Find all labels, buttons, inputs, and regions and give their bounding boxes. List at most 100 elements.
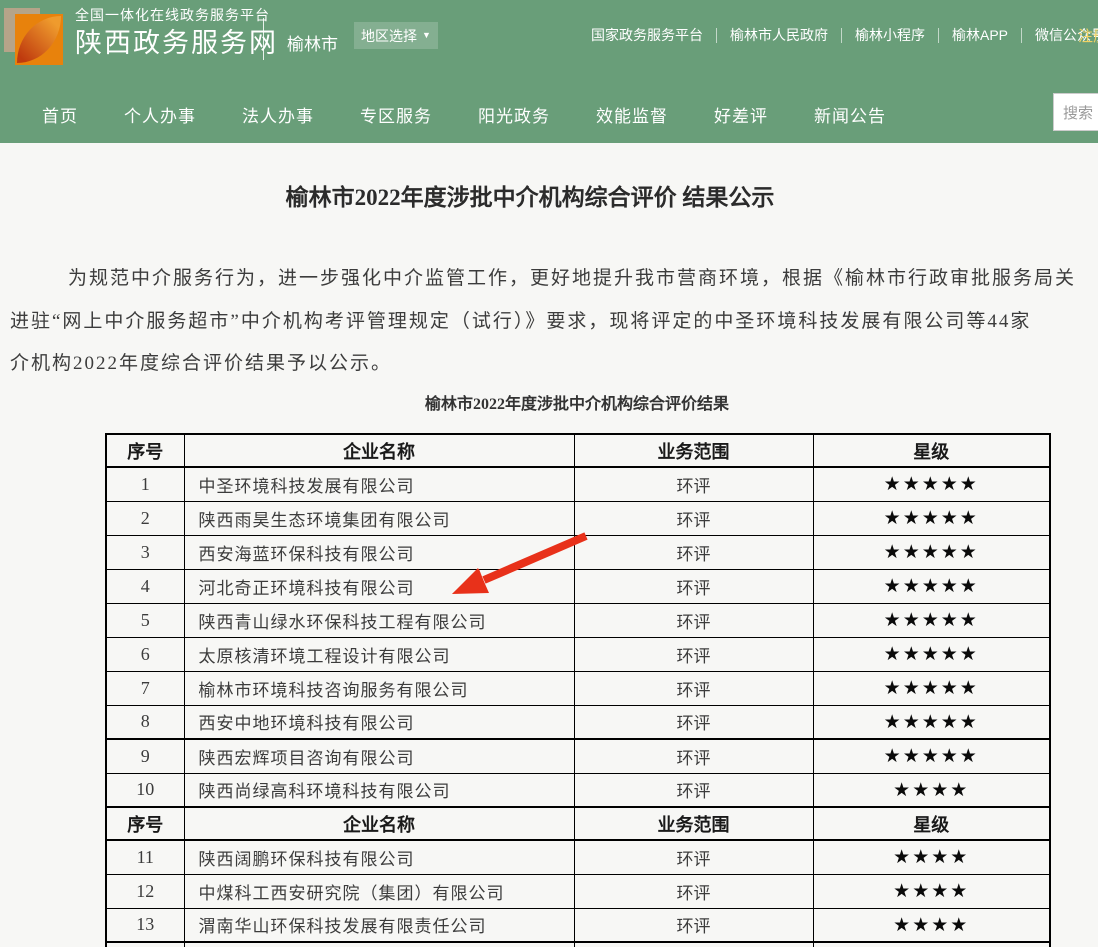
business-scope: 环评 (574, 467, 813, 501)
nav-item[interactable]: 法人办事 (242, 102, 314, 127)
company-name: 中圣环境科技发展有限公司 (184, 467, 574, 501)
business-scope: 环评 (574, 501, 813, 535)
company-name: 陕西阔鹏环保科技有限公司 (184, 840, 574, 874)
company-name: 榆林市环境科技咨询服务有限公司 (184, 671, 574, 705)
table-header-row: 序号企业名称业务范围星级 (106, 434, 1050, 467)
register-link[interactable]: 注册 (1078, 25, 1098, 46)
star-rating: ★★★★★ (813, 569, 1050, 603)
column-header: 业务范围 (574, 807, 813, 840)
business-scope: 环评 (574, 773, 813, 807)
top-link[interactable]: 国家政务服务平台 (578, 25, 716, 45)
star-rating: ★★★★★ (813, 705, 1050, 739)
chevron-down-icon: ▼ (422, 31, 431, 40)
search-placeholder: 搜索 (1063, 102, 1093, 123)
nav-item[interactable]: 个人办事 (124, 102, 196, 127)
table-row: 9陕西宏辉项目咨询有限公司环评★★★★★ (106, 739, 1050, 773)
region-selector-label: 地区选择 (361, 26, 417, 46)
star-rating: ★★★★ (813, 773, 1050, 807)
table-row-partial (106, 942, 1050, 947)
table-row: 1中圣环境科技发展有限公司环评★★★★★ (106, 467, 1050, 501)
table-row: 3西安海蓝环保科技有限公司环评★★★★★ (106, 535, 1050, 569)
company-name: 太原核清环境工程设计有限公司 (184, 637, 574, 671)
main-nav: 首页 个人办事 法人办事 专区服务 阳光政务 效能监督 好差评 新闻公告 (0, 86, 1098, 143)
nav-item[interactable]: 阳光政务 (478, 102, 550, 127)
region-selector-button[interactable]: 地区选择 ▼ (354, 22, 438, 49)
column-header: 星级 (813, 434, 1050, 467)
brand-row: 全国一体化在线政务服务平台 陕西政务服务网 榆林市 地区选择 ▼ 国家政务服务平… (0, 0, 1098, 86)
page: 全国一体化在线政务服务平台 陕西政务服务网 榆林市 地区选择 ▼ 国家政务服务平… (0, 0, 1098, 947)
row-number: 11 (106, 840, 184, 874)
row-number: 3 (106, 535, 184, 569)
company-name: 西安海蓝环保科技有限公司 (184, 535, 574, 569)
row-number: 1 (106, 467, 184, 501)
company-name: 西安中地环境科技有限公司 (184, 705, 574, 739)
business-scope: 环评 (574, 840, 813, 874)
nav-item[interactable]: 首页 (42, 102, 78, 127)
company-name: 河北奇正环境科技有限公司 (184, 569, 574, 603)
column-header: 序号 (106, 807, 184, 840)
star-rating: ★★★★★ (813, 535, 1050, 569)
evaluation-table: 序号企业名称业务范围星级1中圣环境科技发展有限公司环评★★★★★2陕西雨昊生态环… (105, 433, 1051, 947)
table-row: 13渭南华山环保科技发展有限责任公司环评★★★★ (106, 908, 1050, 942)
site-logo-icon (4, 6, 66, 66)
star-rating: ★★★★★ (813, 501, 1050, 535)
row-number: 7 (106, 671, 184, 705)
business-scope: 环评 (574, 535, 813, 569)
table-row: 4河北奇正环境科技有限公司环评★★★★★ (106, 569, 1050, 603)
table-row: 7榆林市环境科技咨询服务有限公司环评★★★★★ (106, 671, 1050, 705)
business-scope: 环评 (574, 569, 813, 603)
brand-text: 全国一体化在线政务服务平台 陕西政务服务网 (75, 8, 278, 57)
company-name: 中煤科工西安研究院（集团）有限公司 (184, 874, 574, 908)
company-name: 渭南华山环保科技发展有限责任公司 (184, 908, 574, 942)
row-number: 8 (106, 705, 184, 739)
star-rating: ★★★★ (813, 874, 1050, 908)
row-number: 5 (106, 603, 184, 637)
column-header: 业务范围 (574, 434, 813, 467)
top-link[interactable]: 榆林小程序 (842, 25, 938, 45)
column-header: 序号 (106, 434, 184, 467)
current-city-label: 榆林市 (287, 30, 338, 55)
paragraph-line: 进驻“网上中介服务超市”中介机构考评管理规定（试行）》要求，现将评定的中圣环境科… (10, 306, 1031, 333)
page-title: 榆林市2022年度涉批中介机构综合评价 结果公示 (0, 178, 1060, 212)
row-number: 4 (106, 569, 184, 603)
nav-item[interactable]: 效能监督 (596, 102, 668, 127)
platform-label: 全国一体化在线政务服务平台 (75, 8, 278, 22)
star-rating: ★★★★ (813, 840, 1050, 874)
column-header: 企业名称 (184, 434, 574, 467)
business-scope: 环评 (574, 908, 813, 942)
business-scope: 环评 (574, 637, 813, 671)
row-number: 10 (106, 773, 184, 807)
company-name: 陕西尚绿高科环境科技有限公司 (184, 773, 574, 807)
table-row: 11陕西阔鹏环保科技有限公司环评★★★★ (106, 840, 1050, 874)
site-name: 陕西政务服务网 (75, 30, 278, 57)
nav-item[interactable]: 好差评 (714, 102, 768, 127)
row-number: 6 (106, 637, 184, 671)
table-row: 5陕西青山绿水环保科技工程有限公司环评★★★★★ (106, 603, 1050, 637)
table-row: 8西安中地环境科技有限公司环评★★★★★ (106, 705, 1050, 739)
table-row: 12中煤科工西安研究院（集团）有限公司环评★★★★ (106, 874, 1050, 908)
top-link[interactable]: 榆林市人民政府 (717, 25, 841, 45)
row-number: 13 (106, 908, 184, 942)
search-input[interactable]: 搜索 (1053, 93, 1098, 131)
paragraph-line: 介机构2022年度综合评价结果予以公示。 (10, 348, 392, 375)
nav-item[interactable]: 新闻公告 (814, 102, 886, 127)
column-header: 企业名称 (184, 807, 574, 840)
brand-divider (263, 18, 264, 60)
top-link[interactable]: 榆林APP (939, 25, 1021, 45)
empty-cell (106, 942, 184, 947)
star-rating: ★★★★★ (813, 603, 1050, 637)
top-links: 国家政务服务平台榆林市人民政府榆林小程序榆林APP微信公众号 (578, 25, 1098, 45)
business-scope: 环评 (574, 705, 813, 739)
row-number: 2 (106, 501, 184, 535)
business-scope: 环评 (574, 874, 813, 908)
business-scope: 环评 (574, 739, 813, 773)
row-number: 9 (106, 739, 184, 773)
star-rating: ★★★★★ (813, 739, 1050, 773)
star-rating: ★★★★★ (813, 467, 1050, 501)
table-row: 6太原核清环境工程设计有限公司环评★★★★★ (106, 637, 1050, 671)
table-caption: 榆林市2022年度涉批中介机构综合评价结果 (105, 390, 1049, 414)
nav-item[interactable]: 专区服务 (360, 102, 432, 127)
table-row: 2陕西雨昊生态环境集团有限公司环评★★★★★ (106, 501, 1050, 535)
business-scope: 环评 (574, 603, 813, 637)
column-header: 星级 (813, 807, 1050, 840)
